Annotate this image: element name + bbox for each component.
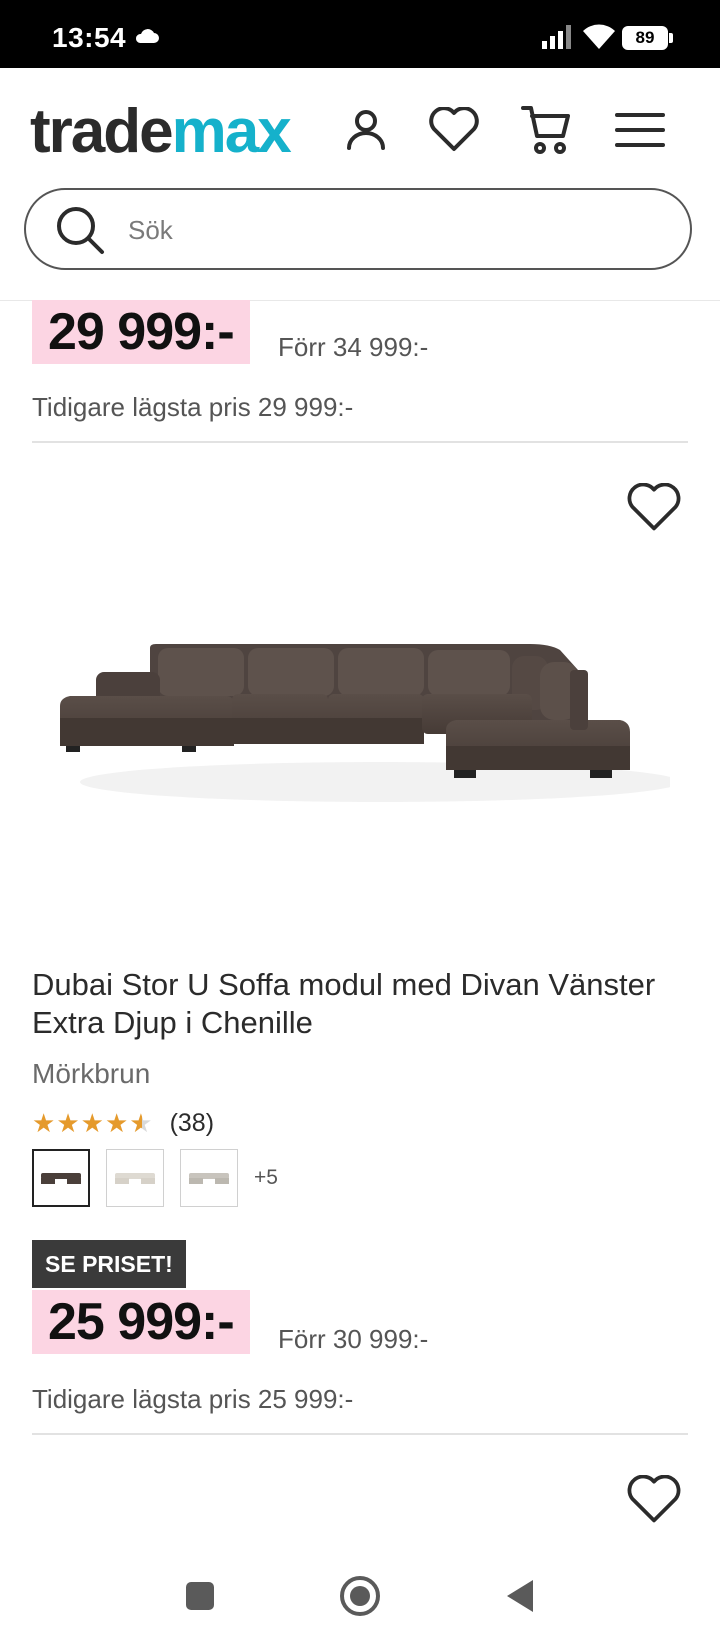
- star-icon: ★: [56, 1108, 80, 1138]
- add-to-favorites-button[interactable]: [624, 480, 684, 536]
- product-rating[interactable]: ★ ★ ★ ★ ★ (38): [32, 1108, 214, 1138]
- cloud-icon: [134, 28, 160, 49]
- product-image[interactable]: [50, 610, 680, 820]
- star-icon: ★: [32, 1108, 56, 1138]
- logo-text-part1: trade: [30, 97, 174, 166]
- half-star-icon: ★: [129, 1108, 153, 1138]
- status-time: 13:54: [52, 22, 127, 53]
- search-bar[interactable]: [24, 188, 692, 270]
- previous-product-lowest-price: Tidigare lägsta pris 29 999:-: [32, 392, 354, 422]
- color-swatches: +5: [32, 1149, 278, 1207]
- cart-icon[interactable]: [518, 102, 574, 158]
- more-variants-link[interactable]: +5: [254, 1166, 278, 1190]
- rating-stars: ★ ★ ★ ★ ★: [32, 1108, 154, 1138]
- star-icon: ★: [104, 1108, 129, 1138]
- previous-product-old-price: Förr 34 999:-: [278, 332, 429, 362]
- add-to-favorites-button-next[interactable]: [624, 1472, 684, 1528]
- account-icon[interactable]: [338, 102, 394, 158]
- search-input[interactable]: [126, 208, 650, 252]
- system-nav-bar: [0, 1548, 720, 1640]
- menu-icon[interactable]: [612, 102, 668, 158]
- recents-button[interactable]: [176, 1572, 224, 1620]
- home-button[interactable]: [336, 1572, 384, 1620]
- star-icon: ★: [80, 1108, 104, 1138]
- wifi-icon: [582, 24, 616, 55]
- product-lowest-price: Tidigare lägsta pris 25 999:-: [32, 1384, 354, 1414]
- review-count: (38): [169, 1108, 215, 1137]
- previous-product-price: 29 999:-: [32, 300, 250, 364]
- swatch-dark-brown[interactable]: [32, 1149, 90, 1207]
- search-icon[interactable]: [56, 206, 106, 261]
- signal-icon: [542, 25, 574, 54]
- product-old-price: Förr 30 999:-: [278, 1324, 429, 1354]
- product-divider: [32, 1433, 688, 1435]
- see-price-badge: SE PRISET!: [32, 1240, 186, 1288]
- site-header: trademax: [0, 68, 720, 301]
- swatch-beige[interactable]: [106, 1149, 164, 1207]
- favorites-icon[interactable]: [426, 102, 482, 158]
- logo-text-part2: max: [171, 97, 292, 166]
- status-bar: 13:54 89: [0, 0, 720, 68]
- product-title[interactable]: Dubai Stor U Soffa modul med Divan Vänst…: [32, 966, 672, 1042]
- product-price: 25 999:-: [32, 1290, 250, 1354]
- trademax-logo[interactable]: trademax: [30, 92, 292, 172]
- product-color: Mörkbrun: [32, 1058, 151, 1089]
- battery-icon: 89: [622, 26, 673, 50]
- product-divider: [32, 441, 688, 443]
- back-button[interactable]: [496, 1572, 544, 1620]
- swatch-light-grey[interactable]: [180, 1149, 238, 1207]
